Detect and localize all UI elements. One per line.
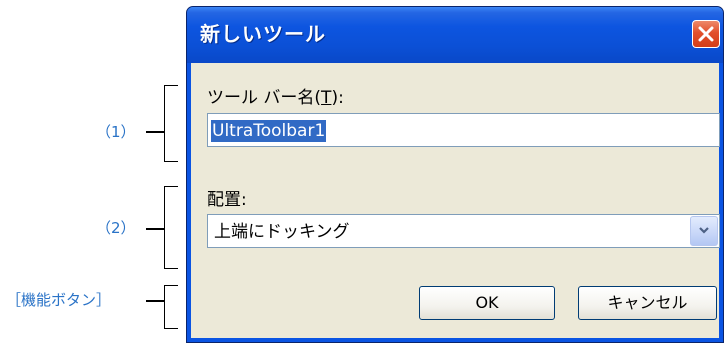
placement-selected-value: 上端にドッキング: [214, 222, 350, 242]
new-tool-dialog: 新しいツール ツール バー名(T): UltraToolbar1 配置: 上端に…: [186, 6, 724, 343]
placement-label: 配置:: [207, 190, 247, 210]
ok-button[interactable]: OK: [419, 286, 555, 320]
dialog-titlebar[interactable]: 新しいツール: [187, 7, 723, 63]
annotation-bracket-3: [164, 285, 178, 329]
close-button[interactable]: [692, 20, 720, 48]
annotation-connector-1: [146, 131, 164, 133]
annotation-bracket-2: [164, 186, 178, 269]
annotation-item-1: （1）: [96, 123, 136, 141]
toolbar-name-label: ツール バー名(T):: [207, 88, 344, 108]
dialog-title: 新しいツール: [200, 22, 326, 46]
toolbar-name-value: UltraToolbar1: [211, 120, 327, 142]
annotation-connector-2: [146, 228, 164, 230]
placement-dropdown-button[interactable]: [690, 216, 718, 246]
annotation-bracket-1: [164, 85, 178, 162]
toolbar-name-input[interactable]: UltraToolbar1: [207, 113, 720, 147]
cancel-button[interactable]: キャンセル: [578, 286, 717, 320]
annotation-function-buttons: ［機能ボタン］: [6, 291, 112, 309]
placement-select[interactable]: 上端にドッキング: [207, 214, 720, 248]
close-icon: [698, 26, 714, 42]
annotation-item-2: （2）: [96, 219, 136, 237]
annotation-connector-3: [146, 300, 164, 302]
chevron-down-icon: [699, 227, 709, 234]
dialog-client-area: ツール バー名(T): UltraToolbar1 配置: 上端にドッキング O…: [191, 63, 720, 338]
